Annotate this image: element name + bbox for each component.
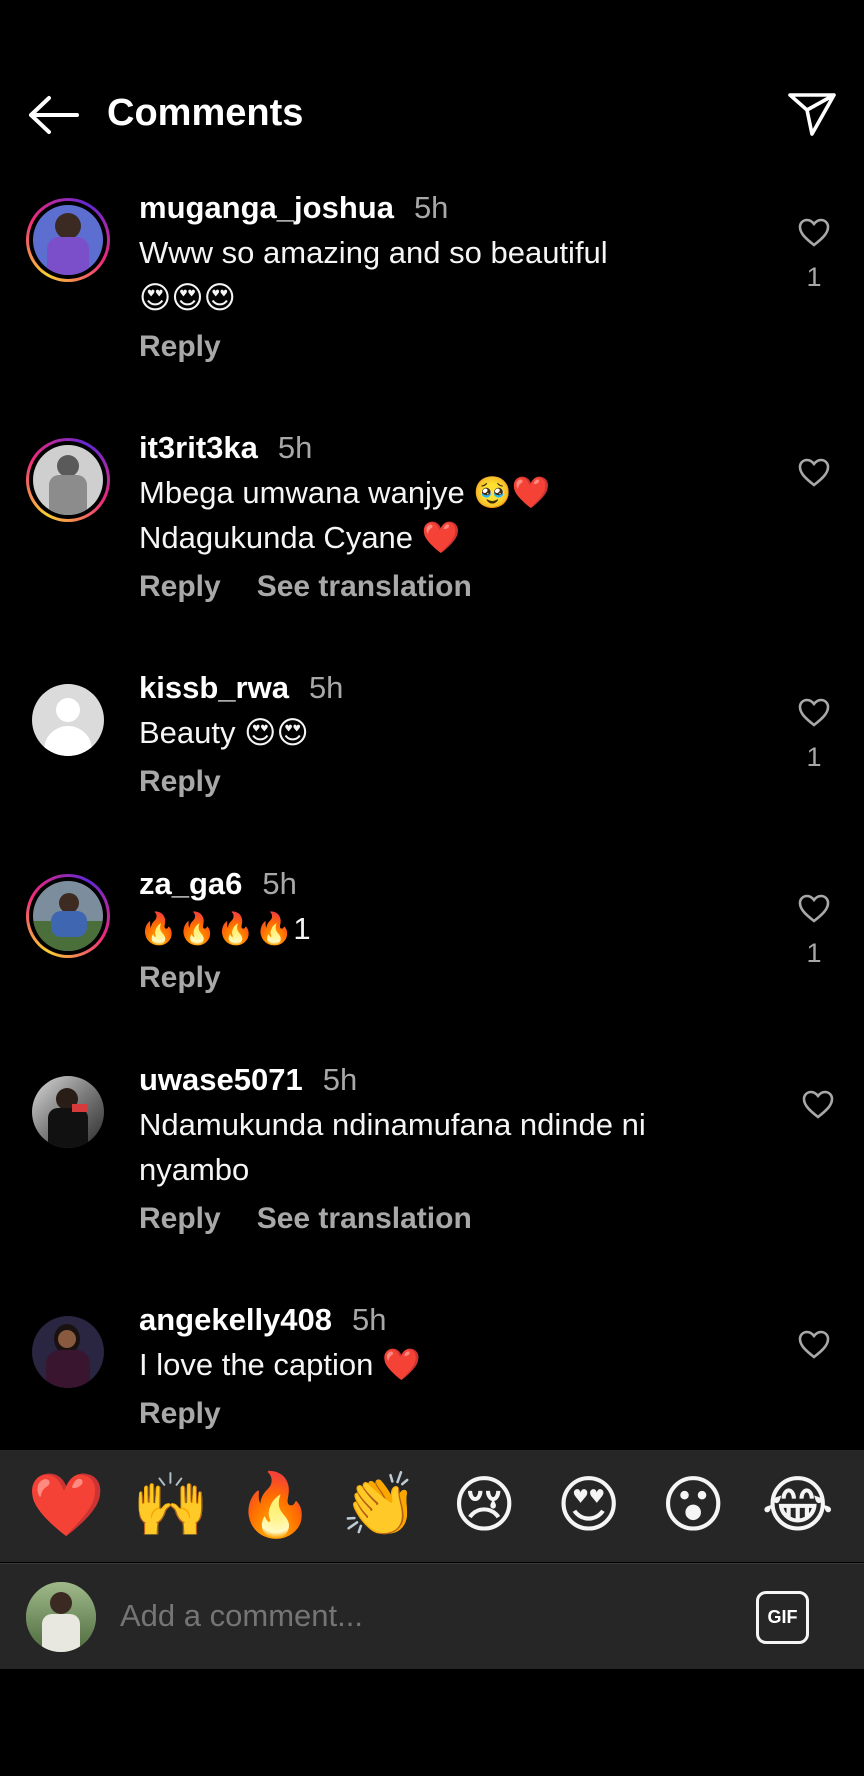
like-count: 1	[806, 938, 822, 968]
gif-button[interactable]: GIF	[756, 1591, 809, 1644]
reply-button[interactable]: Reply	[139, 765, 221, 799]
my-avatar	[26, 1582, 96, 1652]
comment-username[interactable]: za_ga6	[139, 866, 242, 901]
emoji-fire-button[interactable]: 🔥	[230, 1475, 320, 1537]
comment-text: Www so amazing and so beautiful 😍😍😍	[139, 230, 779, 320]
comment-text-line: 😍😍😍	[139, 280, 236, 315]
comment-text: Beauty 😍😍	[139, 710, 779, 755]
comment-text: Mbega umwana wanjye 🥹❤️ Ndagukunda Cyane…	[139, 470, 779, 560]
heart-icon[interactable]	[797, 1328, 831, 1362]
heart-icon[interactable]	[801, 1088, 835, 1122]
avatar[interactable]	[26, 678, 110, 762]
avatar[interactable]	[26, 1310, 110, 1394]
like-count: 1	[806, 742, 822, 772]
comment-time: 5h	[322, 1062, 358, 1097]
reply-button[interactable]: Reply	[139, 1202, 221, 1236]
comment-text-line: Ndagukunda Cyane ❤️	[139, 520, 461, 555]
comment-text-line: 🔥🔥🔥🔥1	[139, 911, 311, 946]
comment-username[interactable]: uwase5071	[139, 1062, 303, 1097]
emoji-laughing-button[interactable]: 😂	[753, 1475, 843, 1537]
emoji-reaction-bar: ❤️ 🙌 🔥 👏 😢 😍 😮 😂	[0, 1450, 864, 1562]
heart-icon[interactable]	[797, 216, 831, 250]
comment-text: I love the caption ❤️	[139, 1342, 779, 1387]
comments-header: Comments	[0, 80, 864, 150]
emoji-raising-hands-button[interactable]: 🙌	[126, 1475, 216, 1537]
emoji-crying-button[interactable]: 😢	[439, 1475, 529, 1537]
heart-icon[interactable]	[797, 456, 831, 490]
avatar[interactable]	[26, 198, 110, 282]
comment-text: 🔥🔥🔥🔥1	[139, 906, 779, 951]
avatar[interactable]	[26, 1070, 110, 1154]
avatar[interactable]	[26, 438, 110, 522]
like-count: 1	[806, 262, 822, 292]
comment-list: muganga_joshua 5h Www so amazing and so b…	[0, 180, 864, 1450]
emoji-heart-eyes-button[interactable]: 😍	[544, 1475, 634, 1537]
comment-time: 5h	[308, 670, 344, 705]
comment-text-line: I love the caption ❤️	[139, 1347, 421, 1382]
comment-text: Ndamukunda ndinamufana ndinde ni nyambo	[139, 1102, 779, 1192]
back-button[interactable]	[24, 90, 82, 140]
reply-button[interactable]: Reply	[139, 570, 221, 604]
heart-icon[interactable]	[797, 892, 831, 926]
emoji-heart-button[interactable]: ❤️	[21, 1475, 111, 1537]
comment-text-line: Ndamukunda ndinamufana ndinde ni	[139, 1107, 646, 1142]
heart-icon[interactable]	[797, 696, 831, 730]
see-translation-button[interactable]: See translation	[257, 1202, 472, 1236]
comment-time: 5h	[262, 866, 297, 901]
page-title: Comments	[107, 92, 304, 134]
comment-username[interactable]: angekelly408	[139, 1302, 332, 1337]
comment-text-line: Mbega umwana wanjye 🥹❤️	[139, 475, 551, 510]
comment-text-line: Www so amazing and so beautiful	[139, 235, 608, 270]
reply-button[interactable]: Reply	[139, 961, 221, 995]
emoji-clap-button[interactable]: 👏	[335, 1475, 425, 1537]
comment-username[interactable]: muganga_joshua	[139, 190, 394, 225]
comment-text-line: nyambo	[139, 1152, 250, 1187]
reply-button[interactable]: Reply	[139, 1397, 221, 1431]
paper-plane-icon	[788, 93, 836, 136]
comment-text-line: Beauty 😍😍	[139, 715, 309, 750]
comment-input[interactable]	[120, 1590, 720, 1642]
comment-username[interactable]: it3rit3ka	[139, 430, 258, 465]
arrow-left-icon	[29, 96, 79, 134]
comment-time: 5h	[352, 1302, 387, 1337]
comment-time: 5h	[413, 190, 449, 225]
share-button[interactable]	[786, 90, 838, 138]
reply-button[interactable]: Reply	[139, 330, 221, 364]
comment-compose-bar: GIF	[0, 1563, 864, 1669]
comment-time: 5h	[277, 430, 313, 465]
comment-username[interactable]: kissb_rwa	[139, 670, 289, 705]
avatar[interactable]	[26, 874, 110, 958]
emoji-surprised-button[interactable]: 😮	[648, 1475, 738, 1537]
see-translation-button[interactable]: See translation	[257, 570, 472, 604]
